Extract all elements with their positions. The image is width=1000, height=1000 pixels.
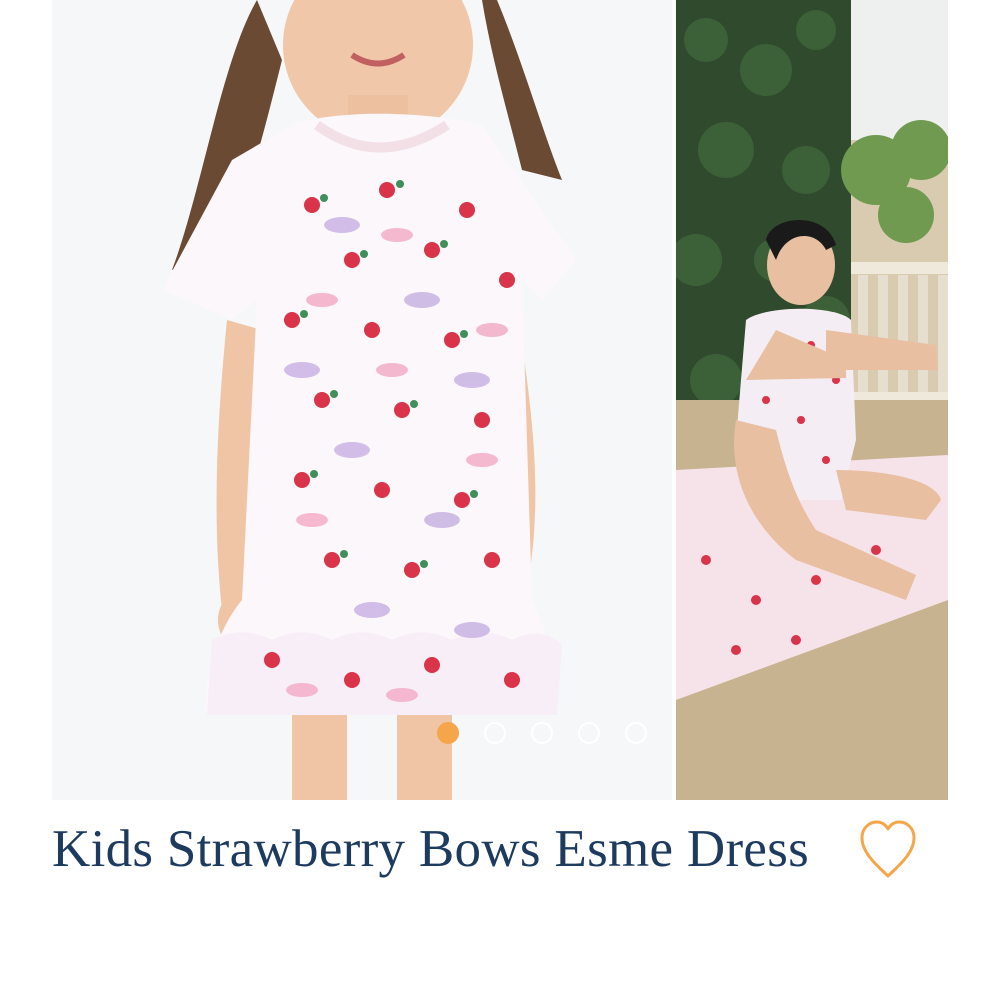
product-image-carousel[interactable] <box>52 0 948 800</box>
heart-outline-icon <box>860 820 916 878</box>
carousel-dot-4[interactable] <box>578 722 600 744</box>
carousel-dot-2[interactable] <box>484 722 506 744</box>
product-page: Kids Strawberry Bows Esme Dress <box>0 0 1000 1000</box>
woman-in-pajamas-photo <box>676 0 948 800</box>
product-image-main[interactable] <box>52 0 672 800</box>
carousel-dot-1[interactable] <box>437 722 459 744</box>
child-in-dress-photo <box>52 0 672 800</box>
carousel-dot-3[interactable] <box>531 722 553 744</box>
wishlist-button[interactable] <box>858 818 918 882</box>
carousel-pagination <box>437 722 647 744</box>
product-image-secondary[interactable] <box>676 0 948 800</box>
product-title: Kids Strawberry Bows Esme Dress <box>52 820 810 878</box>
carousel-dot-5[interactable] <box>625 722 647 744</box>
